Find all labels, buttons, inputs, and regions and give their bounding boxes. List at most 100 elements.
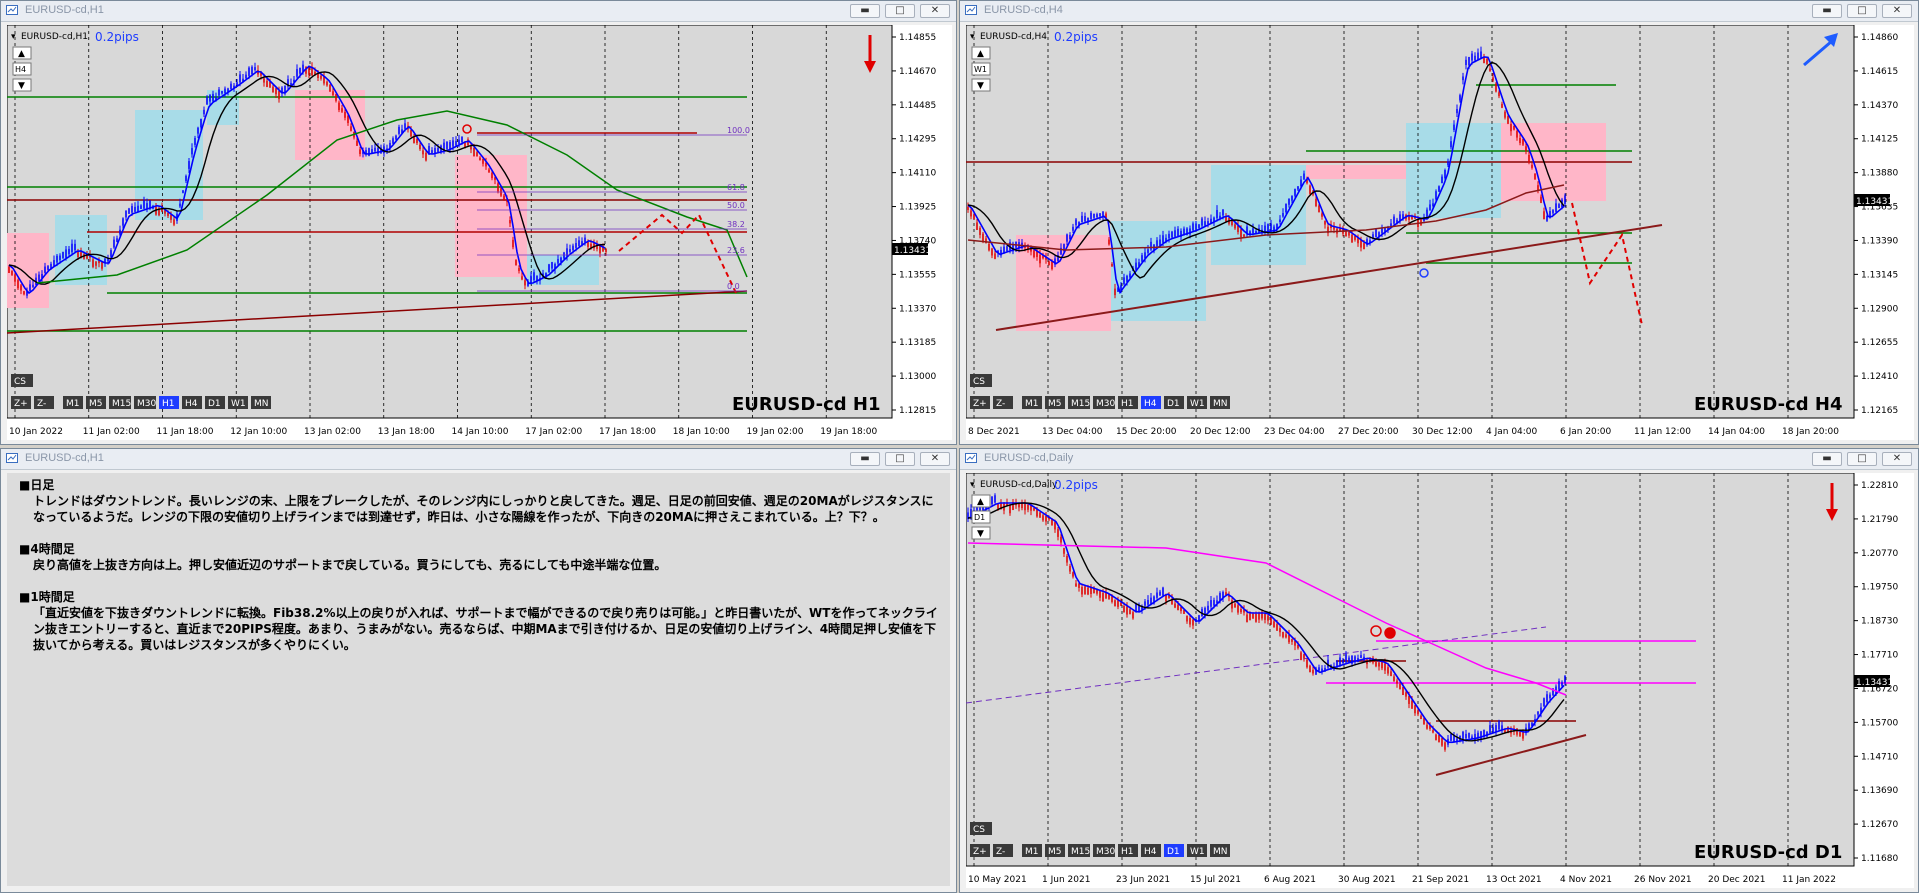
dropdown-icon[interactable]: ▾: [11, 32, 16, 42]
title-bar[interactable]: EURUSD-cd,Daily ▬ □ ✕: [960, 449, 1918, 470]
chart-window-h4[interactable]: EURUSD-cd,H4 ▬ □ ✕ 8 Dec 2021 13 Dec 04:0…: [959, 0, 1919, 445]
fib-level-label: 0.0: [727, 282, 740, 291]
candle-body: [1108, 239, 1110, 245]
title-bar[interactable]: EURUSD-cd,H1 ▬ □ ✕: [1, 449, 956, 470]
time-axis-label: 19 Jan 18:00: [820, 427, 877, 437]
candle-body: [1027, 504, 1029, 510]
candle-body: [1081, 586, 1083, 595]
minimize-button[interactable]: ▬: [850, 452, 880, 466]
toolbar-button-label: MN: [254, 399, 269, 409]
time-axis-label: 14 Jan 04:00: [1708, 427, 1765, 437]
candle-body: [1045, 516, 1047, 522]
price-axis-label: 1.12670: [1861, 820, 1898, 830]
minimize-button[interactable]: ▬: [1812, 452, 1842, 466]
candle-body: [509, 220, 511, 224]
symbol-label: EURUSD-cd,H4: [980, 32, 1047, 42]
time-axis-label: 15 Jul 2021: [1190, 875, 1241, 885]
time-axis-label: 10 May 2021: [968, 875, 1027, 885]
maximize-button[interactable]: □: [1847, 452, 1877, 466]
candle-body: [143, 200, 145, 209]
candle-body: [101, 261, 103, 269]
candle-body: [17, 280, 19, 289]
time-axis-label: 18 Jan 10:00: [673, 427, 730, 437]
toolbar-button-label: M15: [112, 399, 131, 409]
candle-body: [404, 123, 406, 129]
candle-body: [1141, 255, 1143, 262]
candle-body: [1495, 83, 1497, 92]
time-axis-label: 4 Nov 2021: [1560, 875, 1612, 885]
candle-body: [179, 203, 181, 207]
close-button[interactable]: ✕: [1882, 4, 1912, 18]
title-bar[interactable]: EURUSD-cd,H1 ▬ □ ✕: [1, 1, 956, 22]
price-chart[interactable]: 10 Jan 2022 11 Jan 02:00 11 Jan 18:00 12 Ja…: [7, 25, 952, 440]
candle-body: [197, 127, 199, 134]
price-axis-label: 1.13925: [899, 203, 936, 213]
candle-body: [170, 214, 172, 220]
candle-body: [1033, 508, 1035, 511]
chart-window-d1[interactable]: EURUSD-cd,Daily ▬ □ ✕ 10 May 2021 1 Jun 2…: [959, 448, 1919, 893]
close-button[interactable]: ✕: [920, 4, 950, 18]
maximize-button[interactable]: □: [1847, 4, 1877, 18]
candle-body: [344, 111, 346, 118]
maximize-button[interactable]: □: [885, 452, 915, 466]
candle-body: [1252, 228, 1254, 234]
candle-body: [326, 81, 328, 86]
candle-body: [1129, 609, 1131, 615]
price-chart[interactable]: 10 May 2021 1 Jun 2021 23 Jun 2021 15 Jul 2…: [966, 473, 1914, 888]
candle-body: [1429, 204, 1431, 210]
timeframe-switch-label: D1: [974, 513, 985, 522]
title-bar[interactable]: EURUSD-cd,H4 ▬ □ ✕: [960, 1, 1918, 22]
candle-body: [488, 169, 490, 173]
time-axis-label: 26 Nov 2021: [1634, 875, 1692, 885]
candle-body: [230, 83, 232, 90]
close-button[interactable]: ✕: [1882, 452, 1912, 466]
time-axis-label: 13 Oct 2021: [1486, 875, 1542, 885]
candle-body: [1291, 639, 1293, 642]
candle-body: [557, 259, 559, 264]
minimize-button[interactable]: ▬: [850, 4, 880, 18]
candle-body: [59, 255, 61, 261]
candle-body: [1042, 515, 1044, 521]
candle-body: [1375, 228, 1377, 238]
section-heading-daily: ■日足: [19, 478, 55, 492]
candle-body: [1051, 261, 1053, 270]
candle-body: [209, 94, 211, 102]
candle-body: [1237, 605, 1239, 613]
chart-window-h1[interactable]: EURUSD-cd,H1 ▬ □ ✕ 10 Jan 2022 11 Jan 02:…: [0, 0, 957, 445]
time-axis-label: 17 Jan 02:00: [525, 427, 582, 437]
candle-body: [320, 75, 322, 79]
minimize-button[interactable]: ▬: [1812, 4, 1842, 18]
candle-body: [1489, 725, 1491, 734]
notes-window[interactable]: EURUSD-cd,H1 ▬ □ ✕ ■日足 トレンドはダウントレンド。長いレン…: [0, 448, 957, 893]
maximize-button[interactable]: □: [885, 4, 915, 18]
candle-body: [32, 284, 34, 288]
candle-body: [1498, 721, 1500, 730]
candle-body: [1297, 186, 1299, 190]
candle-body: [1075, 583, 1077, 587]
candle-body: [1039, 512, 1041, 518]
candle-body: [1363, 243, 1365, 250]
candle-body: [338, 102, 340, 111]
price-chart[interactable]: 8 Dec 2021 13 Dec 04:00 15 Dec 20:00 20 Dec…: [966, 25, 1914, 440]
spread-label: 0.2pips: [1054, 478, 1098, 492]
candle-body: [347, 115, 349, 124]
price-zone: [1406, 123, 1501, 218]
candle-body: [1495, 725, 1497, 732]
candle-body: [44, 266, 46, 273]
plot-area[interactable]: [7, 25, 893, 419]
candle-body: [1396, 680, 1398, 684]
candle-body: [1444, 169, 1446, 179]
plot-area[interactable]: [966, 473, 1855, 867]
candle-body: [563, 252, 565, 259]
price-axis-label: 1.14615: [1861, 67, 1898, 77]
candle-body: [173, 219, 175, 225]
dropdown-icon[interactable]: ▾: [970, 32, 975, 42]
candle-body: [194, 138, 196, 145]
close-button[interactable]: ✕: [920, 452, 950, 466]
plot-area[interactable]: [966, 25, 1855, 419]
price-axis-label: 1.14710: [1861, 752, 1898, 762]
candle-body: [1159, 239, 1161, 246]
price-axis-label: 1.11680: [1861, 854, 1898, 864]
dropdown-icon[interactable]: ▾: [970, 480, 975, 490]
candle-body: [503, 195, 505, 200]
